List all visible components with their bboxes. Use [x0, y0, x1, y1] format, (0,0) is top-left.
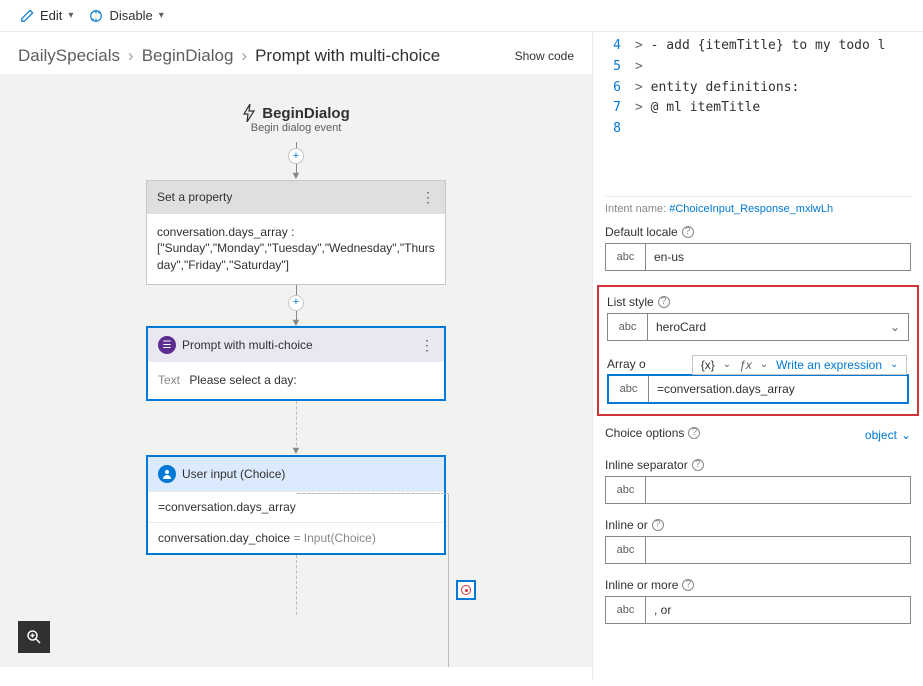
disable-label: Disable [109, 8, 152, 23]
type-prefix: abc [606, 244, 646, 270]
trigger-node[interactable]: BeginDialog Begin dialog event [126, 104, 466, 134]
inline-or-more-label: Inline or more ? [605, 578, 911, 592]
array-of-label: Array o [607, 357, 646, 371]
chevron-down-icon: ▾ [159, 10, 164, 21]
chevron-down-icon[interactable]: ⌄ [890, 359, 898, 370]
default-locale-label: Default locale ? [605, 225, 911, 239]
properties-panel: 4> - add {itemTitle} to my todo l 5> 6> … [593, 32, 923, 681]
chevron-right-icon: › [241, 46, 247, 66]
info-icon[interactable]: ? [682, 226, 694, 238]
write-expression-link[interactable]: Write an expression [776, 358, 882, 372]
error-icon [461, 585, 471, 595]
inline-separator-label: Inline separator ? [605, 458, 911, 472]
intent-name-row: Intent name: #ChoiceInput_Response_mxlwL… [605, 196, 911, 215]
edit-button[interactable]: Edit ▾ [20, 8, 73, 23]
array-of-input[interactable]: abc [607, 374, 909, 404]
list-style-value: heroCard [656, 320, 706, 334]
crumb-item[interactable]: BeginDialog [142, 46, 234, 66]
text-label: Text [158, 373, 180, 387]
more-icon[interactable]: ⋮ [421, 189, 435, 206]
type-prefix: abc [606, 597, 646, 623]
chevron-right-icon: › [128, 46, 134, 66]
chevron-down-icon[interactable]: ⌄ [760, 359, 768, 370]
zoom-button[interactable] [18, 621, 50, 653]
type-prefix: abc [608, 314, 648, 340]
info-icon[interactable]: ? [692, 459, 704, 471]
edit-icon [20, 9, 34, 23]
list-style-label: List style ? [607, 295, 909, 309]
info-icon[interactable]: ? [658, 296, 670, 308]
breadcrumb: DailySpecials › BeginDialog › Prompt wit… [18, 46, 440, 66]
type-prefix: abc [606, 477, 646, 503]
arrow-down-icon: ▼ [291, 449, 302, 455]
inline-or-more-field[interactable] [646, 597, 910, 623]
variable-icon[interactable]: {x} [701, 358, 715, 372]
prompt-icon: ☰ [158, 336, 176, 354]
add-action-button[interactable]: + [288, 148, 304, 164]
trigger-title: BeginDialog [262, 105, 350, 122]
chevron-down-icon[interactable]: ⌄ [723, 359, 731, 370]
fx-icon[interactable]: ƒx [739, 358, 752, 372]
disable-icon [89, 9, 103, 23]
prompt-node[interactable]: ☰ Prompt with multi-choice ⋮ Text Please… [146, 326, 446, 401]
crumb-item-current: Prompt with multi-choice [255, 46, 440, 66]
info-icon[interactable]: ? [688, 427, 700, 439]
arrow-down-icon: ▼ [291, 174, 302, 180]
chevron-down-icon: ▾ [68, 10, 73, 21]
disable-button[interactable]: Disable ▾ [89, 8, 163, 23]
node-title: Prompt with multi-choice [182, 338, 313, 352]
array-of-field[interactable] [649, 376, 907, 402]
prompt-text: Please select a day: [189, 373, 296, 387]
object-toggle[interactable]: object ⌄ [865, 428, 911, 442]
set-property-node[interactable]: Set a property ⋮ conversation.days_array… [146, 180, 446, 285]
info-icon[interactable]: ? [682, 579, 694, 591]
user-input-node[interactable]: User input (Choice) =conversation.days_a… [146, 455, 446, 555]
show-code-button[interactable]: Show code [515, 49, 574, 63]
expression-toolbar: {x} ⌄ ƒx ⌄ Write an expression ⌄ [692, 355, 908, 375]
intent-link[interactable]: #ChoiceInput_Response_mxlwLh [669, 203, 833, 215]
more-icon[interactable]: ⋮ [420, 337, 434, 354]
chevron-down-icon: ⌄ [901, 428, 911, 442]
default-locale-input[interactable]: abc [605, 243, 911, 271]
code-editor[interactable]: 4> - add {itemTitle} to my todo l 5> 6> … [605, 32, 911, 190]
edit-label: Edit [40, 8, 62, 23]
type-prefix: abc [606, 537, 646, 563]
choice-options-label: Choice options ? [605, 426, 700, 440]
inline-or-field[interactable] [646, 537, 910, 563]
default-locale-field[interactable] [646, 244, 910, 270]
validation-highlight: List style ? abc heroCard ⌄ Array o {x} [597, 285, 919, 416]
trigger-subtitle: Begin dialog event [126, 122, 466, 134]
crumb-item[interactable]: DailySpecials [18, 46, 120, 66]
add-action-button[interactable]: + [288, 295, 304, 311]
inline-separator-field[interactable] [646, 477, 910, 503]
list-style-select[interactable]: abc heroCard ⌄ [607, 313, 909, 341]
type-prefix: abc [609, 376, 649, 402]
arrow-down-icon: ▼ [291, 321, 302, 327]
error-indicator[interactable] [456, 580, 476, 600]
inline-separator-input[interactable]: abc [605, 476, 911, 504]
chevron-down-icon: ⌄ [890, 320, 900, 334]
user-icon [158, 465, 176, 483]
node-body: conversation.days_array : ["Sunday","Mon… [147, 214, 445, 284]
inline-or-label: Inline or ? [605, 518, 911, 532]
input-row: conversation.day_choice = Input(Choice) [148, 522, 444, 553]
inline-or-more-input[interactable]: abc [605, 596, 911, 624]
node-title: User input (Choice) [182, 467, 285, 481]
node-title: Set a property [157, 190, 232, 204]
info-icon[interactable]: ? [652, 519, 664, 531]
input-row: =conversation.days_array [148, 491, 444, 522]
inline-or-input[interactable]: abc [605, 536, 911, 564]
trigger-icon [242, 104, 256, 122]
